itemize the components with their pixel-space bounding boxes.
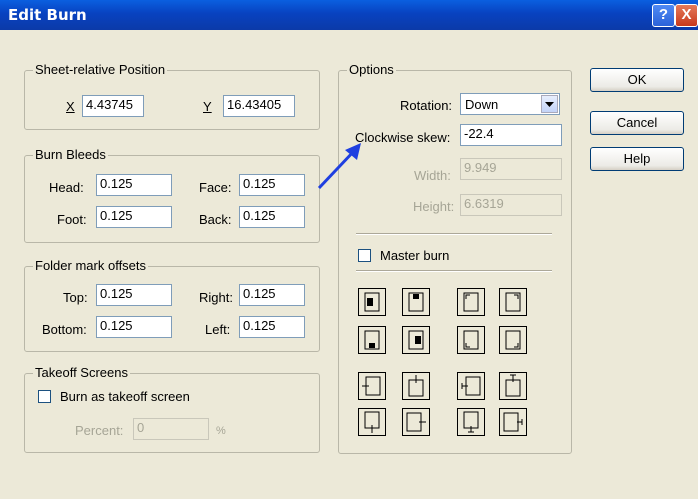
y-input[interactable]: 16.43405 [223, 95, 295, 117]
takeoff-screen-checkbox-label[interactable]: Burn as takeoff screen [60, 389, 190, 404]
options-legend: Options [347, 62, 396, 77]
page-icon[interactable] [499, 408, 527, 436]
help-button[interactable]: Help [590, 147, 684, 171]
burn-bleeds-group: Burn Bleeds [24, 147, 320, 243]
height-label: Height: [413, 199, 455, 214]
left-input[interactable]: 0.125 [239, 316, 305, 338]
title-close-button[interactable]: X [675, 4, 698, 27]
burn-bleeds-legend: Burn Bleeds [33, 147, 108, 162]
page-icon[interactable] [358, 408, 386, 436]
page-icon[interactable] [358, 288, 386, 316]
page-icon[interactable] [457, 326, 485, 354]
cancel-button[interactable]: Cancel [590, 111, 684, 135]
rotation-select[interactable]: Down [460, 93, 560, 115]
left-label: Left: [205, 322, 231, 337]
options-separator-2 [356, 270, 552, 272]
foot-input[interactable]: 0.125 [96, 206, 172, 228]
chevron-down-icon[interactable] [541, 95, 558, 113]
page-icon[interactable] [402, 288, 430, 316]
title-bar: Edit Burn ? X [0, 0, 698, 30]
master-burn-checkbox[interactable] [358, 249, 371, 262]
head-label: Head: [49, 180, 84, 195]
page-icon[interactable] [457, 372, 485, 400]
takeoff-screen-checkbox[interactable] [38, 390, 51, 403]
takeoff-screens-group: Takeoff Screens [24, 365, 320, 453]
bottom-input[interactable]: 0.125 [96, 316, 172, 338]
master-burn-label[interactable]: Master burn [380, 248, 449, 263]
right-label: Right: [199, 290, 233, 305]
top-label: Top: [63, 290, 88, 305]
x-input[interactable]: 4.43745 [82, 95, 144, 117]
options-separator-1 [356, 233, 552, 235]
page-icon[interactable] [499, 288, 527, 316]
clockwise-skew-label: Clockwise skew: [355, 130, 451, 145]
arrow-annotation [317, 143, 361, 190]
y-label: Y [203, 99, 212, 114]
percent-label: Percent: [75, 423, 124, 438]
title-help-button[interactable]: ? [652, 4, 675, 27]
width-input: 9.949 [460, 158, 562, 180]
ok-button[interactable]: OK [590, 68, 684, 92]
page-icon[interactable] [402, 408, 430, 436]
folder-mark-offsets-legend: Folder mark offsets [33, 258, 149, 273]
right-input[interactable]: 0.125 [239, 284, 305, 306]
percent-input[interactable]: 0 [133, 418, 209, 440]
page-icon[interactable] [358, 326, 386, 354]
page-icon[interactable] [402, 372, 430, 400]
back-label: Back: [199, 212, 232, 227]
back-input[interactable]: 0.125 [239, 206, 305, 228]
page-icon[interactable] [402, 326, 430, 354]
folder-mark-offsets-group: Folder mark offsets [24, 258, 320, 352]
bottom-label: Bottom: [42, 322, 87, 337]
rotation-select-value: Down [465, 97, 499, 112]
head-input[interactable]: 0.125 [96, 174, 172, 196]
width-label: Width: [414, 168, 451, 183]
page-icon[interactable] [499, 372, 527, 400]
face-input[interactable]: 0.125 [239, 174, 305, 196]
page-icon[interactable] [499, 326, 527, 354]
foot-label: Foot: [57, 212, 87, 227]
page-icon[interactable] [358, 372, 386, 400]
height-input: 6.6319 [460, 194, 562, 216]
takeoff-screens-legend: Takeoff Screens [33, 365, 130, 380]
page-icon[interactable] [457, 408, 485, 436]
page-icon[interactable] [457, 288, 485, 316]
percent-unit: % [216, 425, 226, 437]
x-label: X [66, 99, 75, 114]
face-label: Face: [199, 180, 232, 195]
sheet-position-legend: Sheet-relative Position [33, 62, 168, 77]
clockwise-skew-input[interactable]: -22.4 [460, 124, 562, 146]
top-input[interactable]: 0.125 [96, 284, 172, 306]
rotation-label: Rotation: [400, 98, 453, 113]
window-title: Edit Burn [8, 6, 87, 24]
